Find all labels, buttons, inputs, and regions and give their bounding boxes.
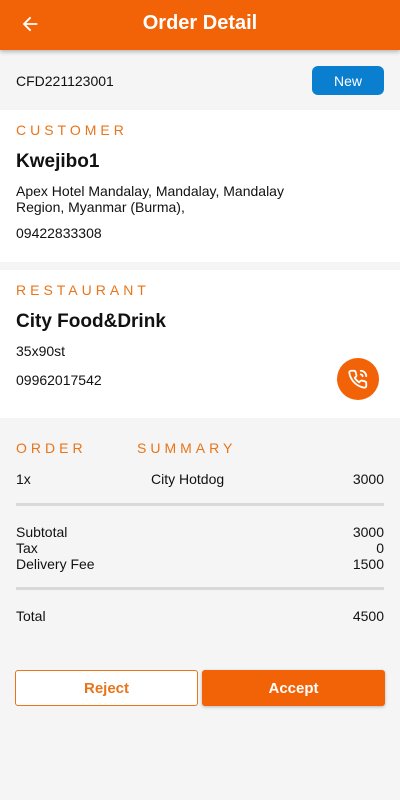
total-value: 4500 — [352, 608, 384, 624]
divider — [16, 503, 384, 506]
subtotal-value: 3000 — [352, 524, 384, 540]
phone-call-icon — [348, 369, 368, 389]
customer-name: Kwejibo1 — [16, 151, 100, 172]
delivery-fee-label: Delivery Fee — [16, 556, 95, 572]
restaurant-card: RESTAURANT City Food&Drink 35x90st 09962… — [0, 270, 400, 418]
page-title: Order Detail — [142, 12, 258, 34]
restaurant-address: 35x90st — [16, 343, 66, 359]
subtotal-label: Subtotal — [16, 524, 68, 540]
restaurant-name: City Food&Drink — [16, 311, 166, 332]
total-label: Total — [16, 608, 46, 624]
order-summary-label-right: SUMMARY — [137, 440, 237, 456]
item-price: 3000 — [352, 471, 384, 487]
item-name: City Hotdog — [151, 471, 225, 487]
order-id: CFD221123001 — [16, 73, 114, 89]
total-row: Total 4500 — [16, 608, 384, 624]
reject-button[interactable]: Reject — [15, 670, 198, 706]
customer-card: CUSTOMER Kwejibo1 Apex Hotel Mandalay, M… — [0, 110, 400, 262]
call-restaurant-button[interactable] — [337, 358, 379, 400]
status-badge: New — [312, 66, 384, 95]
delivery-fee-row: Delivery Fee 1500 — [16, 556, 384, 572]
restaurant-section-label: RESTAURANT — [16, 282, 150, 298]
subtotal-row: Subtotal 3000 — [16, 524, 384, 540]
restaurant-phone: 09962017542 — [16, 372, 102, 388]
tax-row: Tax 0 — [16, 540, 384, 556]
order-summary-label-left: ORDER — [16, 440, 87, 456]
customer-phone: 09422833308 — [16, 225, 102, 241]
customer-section-label: CUSTOMER — [16, 122, 128, 138]
delivery-fee-value: 1500 — [352, 556, 384, 572]
accept-button[interactable]: Accept — [202, 670, 385, 706]
customer-address-line1: Apex Hotel Mandalay, Mandalay, Mandalay — [16, 183, 284, 199]
item-qty: 1x — [16, 471, 31, 487]
app-bar: Order Detail — [0, 0, 400, 50]
divider — [16, 587, 384, 590]
order-item-row: 1x City Hotdog 3000 — [16, 471, 384, 487]
tax-label: Tax — [16, 540, 38, 556]
tax-value: 0 — [376, 540, 384, 556]
customer-address-line2: Region, Myanmar (Burma), — [16, 199, 185, 215]
